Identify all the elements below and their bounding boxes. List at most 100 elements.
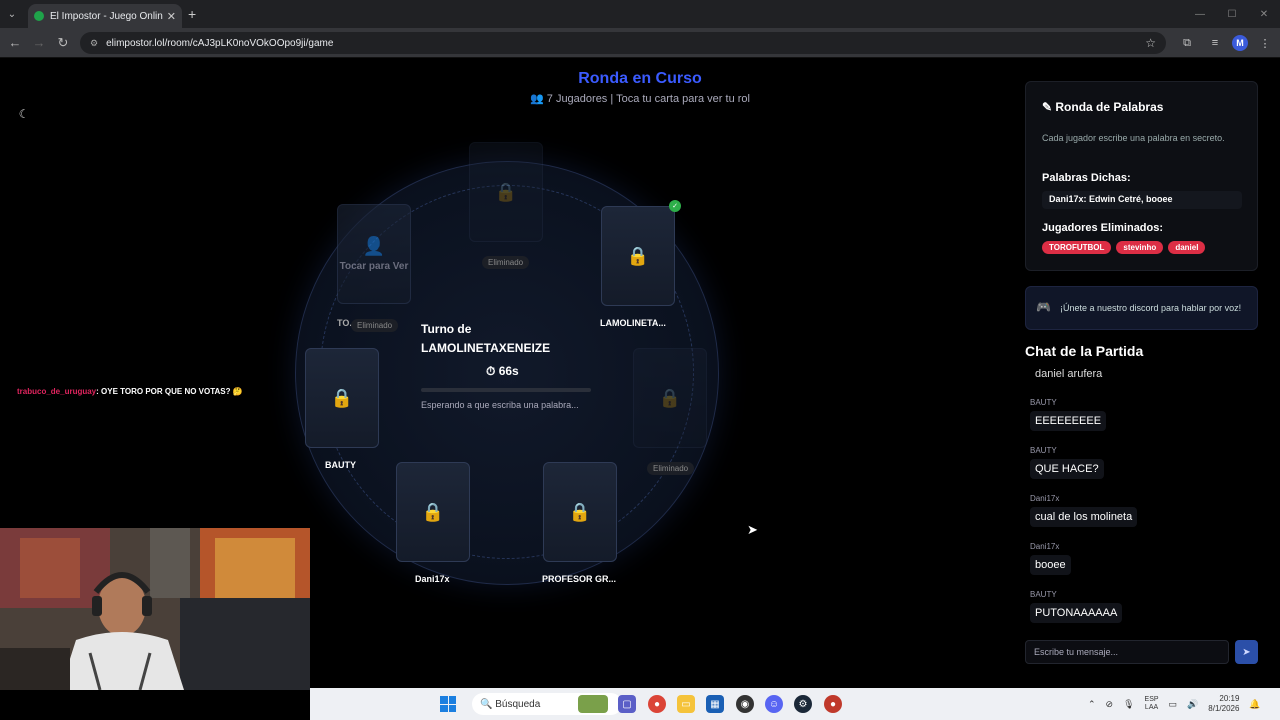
- browser-tab-bar: ⌄ El Impostor - Juego Online par ✕ + — ☐…: [0, 0, 1280, 28]
- player-card-self[interactable]: 👤 Tocar para Ver: [337, 204, 411, 304]
- player-name: PROFESOR GR...: [542, 574, 617, 584]
- lock-icon: 🔒: [658, 387, 682, 408]
- eliminated-player-badge: TOROFUTBOL: [1042, 241, 1112, 254]
- extensions-icon[interactable]: ⧉: [1176, 32, 1198, 54]
- notification-icon[interactable]: 🔔: [1249, 699, 1260, 710]
- taskbar-search-label: Búsqueda: [495, 698, 541, 710]
- language-indicator[interactable]: ESP LAA: [1145, 696, 1159, 712]
- eliminated-players-title: Jugadores Eliminados:: [1042, 222, 1164, 234]
- user-icon: 👤: [362, 236, 386, 256]
- chat-message-text: cual de los molineta: [1030, 507, 1138, 527]
- player-card-bottomleft: 🔒: [396, 462, 470, 562]
- site-settings-icon[interactable]: ⚙: [90, 38, 98, 49]
- profile-avatar-icon[interactable]: M: [1232, 35, 1248, 51]
- browser-tab[interactable]: El Impostor - Juego Online par ✕: [28, 4, 182, 28]
- turn-timer: ⏱ 66s: [486, 364, 519, 379]
- words-panel-title-text: Ronda de Palabras: [1055, 100, 1164, 114]
- close-window-icon[interactable]: ✕: [1248, 0, 1280, 28]
- chat-message-text: booee: [1030, 555, 1071, 575]
- search-icon: 🔍: [480, 698, 496, 710]
- webcam-overlay: [0, 528, 310, 690]
- chat-message-user: BAUTY: [1030, 446, 1057, 455]
- waiting-text: Esperando a que escriba una palabra...: [421, 400, 579, 410]
- player-card-right: 🔒: [633, 348, 707, 448]
- timer-value: 66s: [498, 364, 519, 378]
- chat-message-text: daniel arufera: [1035, 368, 1103, 380]
- window-controls: — ☐ ✕: [1184, 0, 1280, 28]
- minimize-icon[interactable]: —: [1184, 0, 1216, 28]
- turn-label: Turno de: [421, 322, 472, 336]
- close-tab-icon[interactable]: ✕: [167, 10, 176, 23]
- file-explorer-icon[interactable]: ▭: [677, 695, 695, 713]
- player-name: LAMOLINETA...: [600, 318, 666, 328]
- words-panel-description: Cada jugador escribe una palabra en secr…: [1042, 133, 1225, 143]
- players-icon: 👥: [530, 93, 547, 105]
- dark-mode-toggle-icon[interactable]: ☾: [14, 104, 34, 124]
- chat-message-text: PUTONAAAAAA: [1030, 603, 1123, 623]
- taskbar-clock[interactable]: 20:19 8/1/2026: [1208, 694, 1239, 714]
- chat-message: Dani17x cual de los molineta: [1030, 494, 1138, 527]
- address-bar: ← → ↻ ⚙ elimpostor.lol/room/cAJ3pLK0noVO…: [0, 28, 1280, 58]
- mouse-cursor-icon: ➤: [747, 522, 758, 537]
- player-card-top: 🔒: [469, 142, 543, 242]
- app-icon[interactable]: ◉: [736, 695, 754, 713]
- tray-chevron-icon[interactable]: ⌃: [1088, 699, 1096, 710]
- tap-to-reveal-text: Tocar para Ver: [339, 261, 409, 272]
- lock-icon: 🔒: [330, 387, 354, 408]
- lock-icon: 🔒: [494, 181, 518, 202]
- reload-icon[interactable]: ↻: [51, 28, 75, 58]
- eliminated-badge: Eliminado: [482, 256, 530, 269]
- timer-progress-bar: [421, 388, 591, 392]
- discord-taskbar-icon[interactable]: ☺: [765, 695, 783, 713]
- widget-image-icon[interactable]: [578, 695, 608, 713]
- lock-icon: 🔒: [626, 245, 650, 266]
- discord-icon: 🎮: [1036, 300, 1051, 314]
- mic-icon[interactable]: 🎙: [1123, 699, 1134, 710]
- obs-icon[interactable]: ●: [824, 695, 842, 713]
- chat-message: BAUTY PUTONAAAAAA: [1030, 590, 1123, 623]
- eliminated-players-list: TOROFUTBOL stevinho daniel: [1042, 241, 1206, 254]
- language-line-1: ESP: [1144, 696, 1159, 703]
- discord-banner[interactable]: 🎮 ¡Únete a nuestro discord para hablar p…: [1025, 286, 1258, 330]
- chat-message: BAUTY QUE HACE?: [1030, 446, 1104, 479]
- player-card-bottomright: 🔒: [543, 462, 617, 562]
- steam-icon[interactable]: ⚙: [794, 695, 812, 713]
- round-title: Ronda en Curso: [578, 70, 702, 87]
- chat-message-input[interactable]: [1025, 640, 1229, 664]
- chat-message-user: Dani17x: [1030, 494, 1060, 503]
- site-favicon-icon: [34, 11, 44, 21]
- teams-icon[interactable]: ▢: [618, 695, 636, 713]
- said-words-title: Palabras Dichas:: [1042, 172, 1131, 184]
- tab-title: El Impostor - Juego Online par: [50, 10, 163, 22]
- chrome-icon[interactable]: ●: [648, 695, 666, 713]
- url-field[interactable]: ⚙ elimpostor.lol/room/cAJ3pLK0noVOkOOpo9…: [80, 32, 1166, 54]
- browser-toolbar: ⧉ ≡ M ⋮: [1176, 32, 1276, 54]
- stream-chat-user: trabuco_de_uruguay: [17, 387, 97, 396]
- network-icon[interactable]: ⊘: [1106, 699, 1114, 710]
- forward-icon[interactable]: →: [27, 28, 51, 58]
- pencil-icon: ✎: [1042, 100, 1056, 114]
- store-icon[interactable]: ▦: [706, 695, 724, 713]
- eliminated-badge: Eliminado: [647, 462, 695, 475]
- game-chat-title: Chat de la Partida: [1025, 343, 1144, 359]
- display-icon[interactable]: ▭: [1169, 699, 1178, 710]
- stream-chat-message: : OYE TORO POR QUE NO VOTAS? 🤔: [96, 387, 243, 396]
- send-icon: ➤: [1242, 646, 1251, 658]
- bookmark-star-icon[interactable]: ☆: [1145, 36, 1156, 50]
- language-line-2: LAA: [1144, 704, 1159, 711]
- game-chat-list[interactable]: daniel arufera BAUTY EEEEEEEEE BAUTY QUE H…: [1025, 368, 1258, 628]
- tab-list-icon[interactable]: ⌄: [0, 0, 24, 28]
- send-message-button[interactable]: ➤: [1235, 640, 1258, 664]
- back-icon[interactable]: ←: [3, 28, 27, 58]
- words-round-panel: ✎ Ronda de Palabras Cada jugador escribe…: [1025, 81, 1258, 271]
- chat-message-text: EEEEEEEEE: [1030, 411, 1107, 431]
- player-card-topright: 🔒: [601, 206, 675, 306]
- media-control-icon[interactable]: ≡: [1204, 32, 1226, 54]
- maximize-icon[interactable]: ☐: [1216, 0, 1248, 28]
- eliminated-badge: Eliminado: [351, 319, 399, 332]
- windows-start-icon[interactable]: [440, 696, 456, 712]
- new-tab-icon[interactable]: +: [188, 6, 196, 22]
- chat-message-user: BAUTY: [1030, 590, 1057, 599]
- volume-icon[interactable]: 🔊: [1187, 699, 1198, 710]
- menu-kebab-icon[interactable]: ⋮: [1254, 32, 1276, 54]
